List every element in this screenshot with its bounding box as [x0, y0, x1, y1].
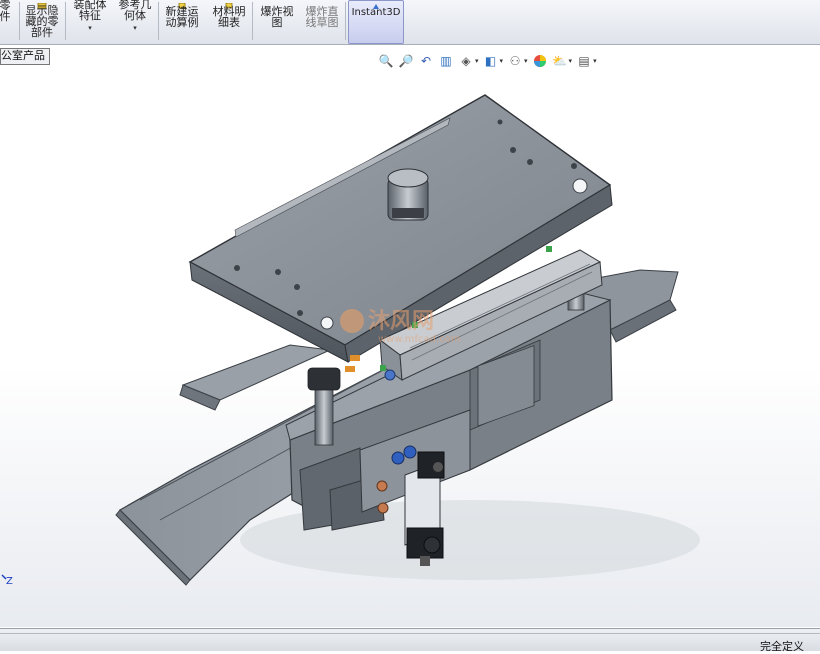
dropdown-arrow-icon[interactable]: ▾	[569, 57, 573, 65]
feature-tree-label: 公室产品	[1, 49, 45, 62]
edit-appearance-icon[interactable]	[532, 53, 548, 69]
hide-show-items-icon[interactable]: ⚇	[507, 53, 523, 69]
ribbon-label-line: Instant3D	[351, 7, 401, 18]
ribbon-label-line: 图	[271, 16, 283, 29]
ribbon-button-show-hidden-components[interactable]: 显示隐 藏的零 部件	[22, 0, 62, 42]
ribbon-button-new-motion-study[interactable]: 新建运 动算例	[162, 0, 202, 42]
dropdown-arrow-icon[interactable]: ▾	[593, 57, 597, 65]
triad-axis-label: Z	[6, 576, 13, 587]
dropdown-arrow-icon[interactable]: ▾	[500, 57, 504, 65]
status-bar: 完全定义	[0, 628, 820, 653]
dropdown-arrow-icon[interactable]: ▾	[133, 24, 137, 32]
ribbon-separator	[345, 2, 346, 40]
dropdown-arrow-icon[interactable]: ▾	[524, 57, 528, 65]
view-settings-icon[interactable]: ▤	[576, 53, 592, 69]
ribbon-button-instant3d[interactable]: Instant3D	[348, 0, 404, 44]
ribbon-separator	[252, 2, 253, 40]
watermark-brand: 沐风网	[368, 309, 434, 334]
apply-scene-icon[interactable]: ⛅	[552, 53, 568, 69]
ribbon-button-reference-geometry[interactable]: 参考几 何体 ▾	[115, 0, 155, 42]
heads-up-view-toolbar: 🔍 🔎 ↶ ▥ ◈ ▾ ◧ ▾ ⚇ ▾ ⛅ ▾ ▤ ▾	[378, 52, 597, 70]
zoom-to-fit-icon[interactable]: 🔍	[378, 53, 394, 69]
feature-tree-tab[interactable]: 公室产品	[0, 48, 50, 65]
display-style-icon[interactable]: ◧	[483, 53, 499, 69]
section-view-icon[interactable]: ▥	[438, 53, 454, 69]
ribbon-label-line: 何体	[124, 9, 146, 22]
ribbon-label-line: 特征	[79, 9, 101, 22]
dropdown-arrow-icon[interactable]: ▾	[88, 24, 92, 32]
ribbon-button-explode-line-sketch[interactable]: 爆炸直 线草图	[301, 0, 343, 42]
dropdown-arrow-icon[interactable]: ▾	[475, 57, 479, 65]
ribbon-label-line: 部件	[31, 26, 53, 39]
ribbon-separator	[19, 2, 20, 40]
ribbon-button-bill-of-materials[interactable]: 材料明 细表	[208, 0, 250, 42]
graphics-viewport[interactable]: 沐风网 www.mfcad.com Z	[0, 45, 820, 627]
ribbon-button-exploded-view[interactable]: 爆炸视 图	[256, 0, 298, 42]
command-manager-ribbon: 零 件 显示隐 藏的零 部件 装配体 特征 ▾ 参考几 何体 ▾ 新建运 动算例…	[0, 0, 820, 45]
ribbon-button-partial[interactable]: 零 件	[0, 0, 14, 42]
watermark-url: www.mfcad.com	[378, 334, 461, 345]
ribbon-separator	[65, 2, 66, 40]
reference-triad: Z	[1, 574, 13, 587]
status-text: 完全定义	[760, 640, 804, 653]
ribbon-label-line: 动算例	[165, 16, 199, 29]
ribbon-label-line: 细表	[218, 16, 240, 29]
status-divider	[0, 633, 820, 634]
ribbon-button-assembly-features[interactable]: 装配体 特征 ▾	[69, 0, 111, 42]
ribbon-label-line: 线草图	[305, 16, 339, 29]
ribbon-label-line: 件	[0, 10, 11, 23]
assembly-model[interactable]: 沐风网 www.mfcad.com Z	[0, 45, 820, 627]
ribbon-separator	[158, 2, 159, 40]
view-orientation-icon[interactable]: ◈	[458, 53, 474, 69]
zoom-to-area-icon[interactable]: 🔎	[398, 53, 414, 69]
previous-view-icon[interactable]: ↶	[418, 53, 434, 69]
